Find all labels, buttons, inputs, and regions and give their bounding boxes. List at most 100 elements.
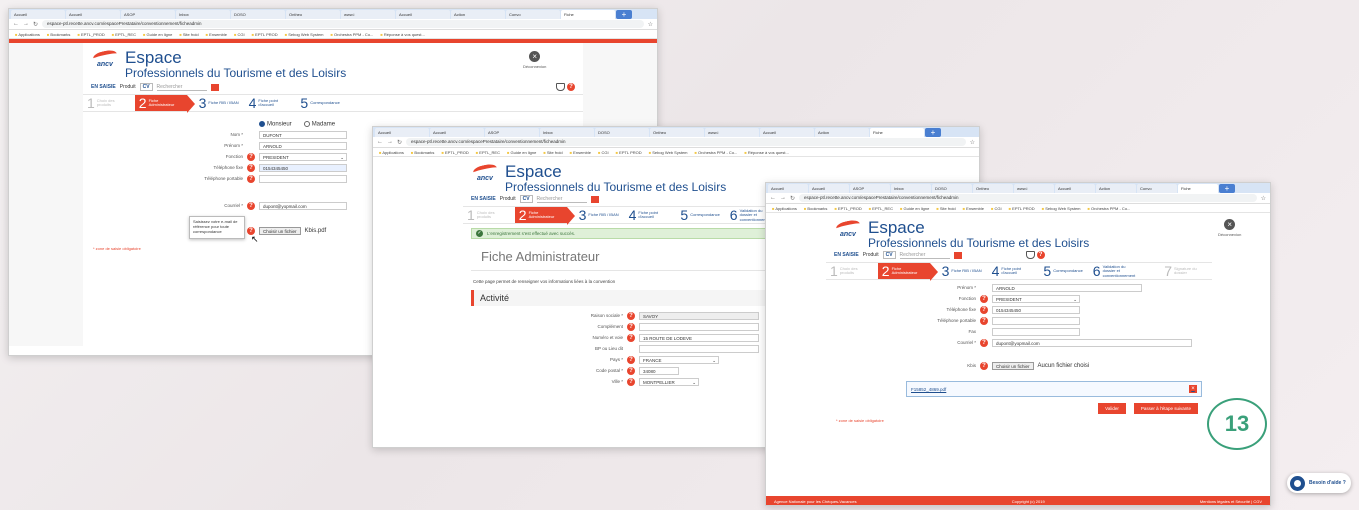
browser-tab[interactable]: Action	[815, 128, 869, 137]
browser-tab[interactable]: Accueil	[375, 128, 429, 137]
browser-tab[interactable]: Accueil	[1055, 184, 1095, 193]
browser-tab[interactable]: Accueil	[66, 10, 120, 19]
code-postal-field[interactable]: 34080	[639, 366, 679, 375]
footer-legal-link[interactable]: Mentions légales et Sécurité | CGV	[1200, 499, 1262, 504]
bookmark-item[interactable]: Bookmarks	[411, 150, 434, 155]
browser-tab-active[interactable]: Fiche	[561, 10, 615, 19]
browser-tab[interactable]: Accueil	[430, 128, 484, 137]
search-input[interactable]: Rechercher	[536, 196, 587, 203]
step-5[interactable]: 5 Correspondance	[676, 207, 725, 223]
browser-tab[interactable]: Inbox	[540, 128, 594, 137]
validate-button[interactable]: Valider	[1098, 403, 1126, 415]
fonction-select[interactable]: PRESIDENT	[992, 294, 1080, 303]
telephone-portable-field[interactable]	[259, 174, 347, 183]
browser-tab[interactable]: Accueil	[809, 184, 849, 193]
bookmark-item[interactable]: EPTL PROD	[252, 32, 278, 37]
bookmark-item[interactable]: CGI	[598, 150, 609, 155]
step-5[interactable]: 5 Correspondance	[296, 95, 345, 111]
bookmark-item[interactable]: EPTL PROD	[1009, 206, 1035, 211]
step-5[interactable]: 5 Correspondance	[1039, 263, 1088, 279]
file-upload-button[interactable]: Choisir un fichier	[992, 361, 1034, 370]
help-icon[interactable]: ?	[627, 333, 635, 342]
browser-tab[interactable]: Ontheo	[286, 10, 340, 19]
next-step-button[interactable]: Passer à l'étape suivante	[1133, 403, 1198, 415]
back-icon[interactable]: ←	[13, 21, 19, 27]
uploaded-file-link[interactable]: F15852_4869.pdf	[911, 387, 946, 392]
help-icon[interactable]: ?	[247, 152, 255, 161]
browser-tab[interactable]: www.i	[1014, 184, 1054, 193]
bookmark-item[interactable]: Applications	[379, 150, 404, 155]
bookmark-item[interactable]: Réponse à vos quest...	[744, 150, 789, 155]
footer-left[interactable]: Agence Nationale pour les Chèques-Vacanc…	[774, 499, 857, 504]
cart-icon[interactable]	[1025, 251, 1035, 260]
help-icon[interactable]: ?	[980, 338, 988, 347]
bookmark-item[interactable]: CGI	[991, 206, 1002, 211]
browser-tab[interactable]: Inbox	[891, 184, 931, 193]
courriel-field[interactable]: dupont@yopmail.com	[992, 338, 1192, 347]
step-2[interactable]: 2 Fiche Administrateur	[514, 207, 575, 226]
help-icon[interactable]: ?	[627, 311, 635, 320]
prenom-field[interactable]: ARNOLD	[992, 283, 1142, 292]
help-icon[interactable]: ?	[980, 361, 988, 370]
step-7[interactable]: 7 Signature du dossier	[1160, 263, 1212, 279]
bp-field[interactable]	[639, 344, 759, 353]
file-upload-button[interactable]: Choisir un fichier	[259, 226, 301, 235]
browser-tab[interactable]: Action	[1096, 184, 1136, 193]
nom-field[interactable]: DUFONT	[259, 130, 347, 139]
browser-tab[interactable]: Accueil	[760, 128, 814, 137]
help-icon[interactable]: ?	[627, 377, 635, 386]
forward-icon[interactable]: →	[387, 139, 393, 145]
bookmark-item[interactable]: Ensemble	[206, 32, 227, 37]
star-icon[interactable]: ☆	[970, 139, 975, 146]
bookmark-item[interactable]: Applications	[772, 206, 797, 211]
step-1[interactable]: 1 Choix des produits	[463, 207, 515, 223]
step-1[interactable]: 1 Choix des produits	[826, 263, 878, 279]
step-3[interactable]: 3 Fiche RIB / IBAN	[187, 95, 245, 111]
step-4[interactable]: 4 Fiche point d'accueil	[625, 207, 677, 223]
forward-icon[interactable]: →	[23, 21, 29, 27]
bookmark-item[interactable]: EPTL_REC	[476, 150, 500, 155]
help-button[interactable]: Besoin d'aide ?	[1287, 473, 1351, 493]
help-icon[interactable]: ?	[980, 305, 988, 314]
browser-tab[interactable]: Ontheo	[650, 128, 704, 137]
bookmark-item[interactable]: EPTL_REC	[112, 32, 136, 37]
browser-tab[interactable]: DOSO	[231, 10, 285, 19]
bookmark-item[interactable]: Bookmarks	[47, 32, 70, 37]
step-3[interactable]: 3 Fiche RIB / IBAN	[930, 263, 988, 279]
step-6[interactable]: 6 Validation du dossier et conventionneme…	[1089, 263, 1141, 279]
bookmark-item[interactable]: Bookmarks	[804, 206, 827, 211]
prenom-field[interactable]: ARNOLD	[259, 141, 347, 150]
bookmark-item[interactable]: Ensemble	[963, 206, 984, 211]
numero-voie-field[interactable]: 15 ROUTE DE LODEVE	[639, 333, 759, 342]
step-4[interactable]: 4 Fiche point d'accueil	[245, 95, 297, 111]
product-select[interactable]: CV	[519, 195, 533, 204]
browser-tab-active[interactable]: Fiche	[870, 128, 924, 137]
logout-button[interactable]: × Déconnexion	[1218, 219, 1241, 237]
browser-tab[interactable]: Action	[451, 10, 505, 19]
bookmark-item[interactable]: Guide en ligne	[900, 206, 930, 211]
search-input[interactable]: Rechercher	[899, 252, 950, 259]
help-icon[interactable]: ?	[627, 355, 635, 364]
browser-tab[interactable]: Inbox	[176, 10, 230, 19]
help-icon[interactable]: ?	[1036, 251, 1045, 260]
bookmark-item[interactable]: Réponse à vos quest...	[380, 32, 425, 37]
browser-tab[interactable]: ASOP	[850, 184, 890, 193]
bookmark-item[interactable]: EPTL_PROD	[834, 206, 862, 211]
step-2[interactable]: 2 Fiche Administrateur	[134, 95, 195, 114]
bookmark-item[interactable]: Site froid	[179, 32, 199, 37]
bookmark-item[interactable]: EPTL_REC	[869, 206, 893, 211]
back-icon[interactable]: ←	[377, 139, 383, 145]
url-field[interactable]: espace-ptl.recette.ancv.com/espacePresta…	[42, 20, 644, 28]
search-button[interactable]	[953, 251, 962, 259]
bookmark-item[interactable]: Sebog Web System	[285, 32, 323, 37]
pays-select[interactable]: FRANCE	[639, 355, 719, 364]
browser-tab[interactable]: ASOP	[485, 128, 539, 137]
delete-file-icon[interactable]: ×	[1189, 385, 1197, 394]
bookmark-item[interactable]: Site froid	[543, 150, 563, 155]
civility-madame[interactable]: Madame	[303, 120, 335, 127]
bookmark-item[interactable]: Applications	[15, 32, 40, 37]
search-button[interactable]	[590, 195, 599, 203]
bookmark-item[interactable]: Ensemble	[570, 150, 591, 155]
bookmark-item[interactable]: CGI	[234, 32, 245, 37]
product-select[interactable]: CV	[139, 83, 153, 92]
